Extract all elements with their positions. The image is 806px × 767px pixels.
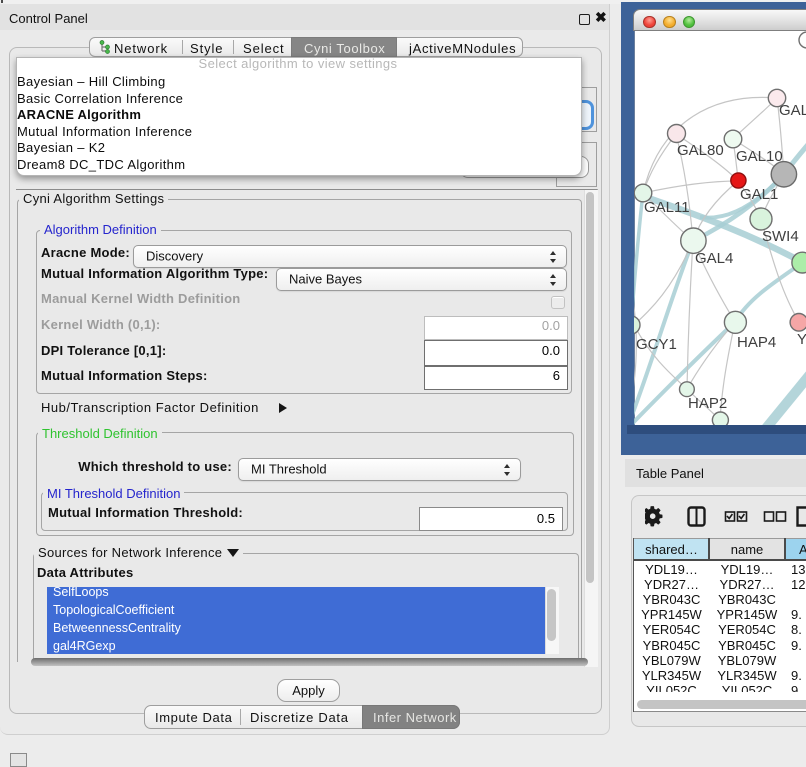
svg-text:GAL80: GAL80 [677, 142, 724, 159]
svg-text:HAP2: HAP2 [688, 395, 727, 412]
svg-text:GAL1: GAL1 [740, 186, 778, 203]
svg-text:GAL10: GAL10 [736, 148, 783, 165]
svg-text:SWI4: SWI4 [762, 228, 799, 245]
svg-text:GAL: GAL [779, 102, 806, 119]
svg-text:GAL4: GAL4 [695, 250, 733, 267]
svg-text:GAL11: GAL11 [644, 199, 690, 216]
svg-text:HAP4: HAP4 [737, 334, 776, 351]
svg-text:GCY1: GCY1 [636, 336, 677, 353]
svg-text:Y: Y [797, 331, 806, 348]
